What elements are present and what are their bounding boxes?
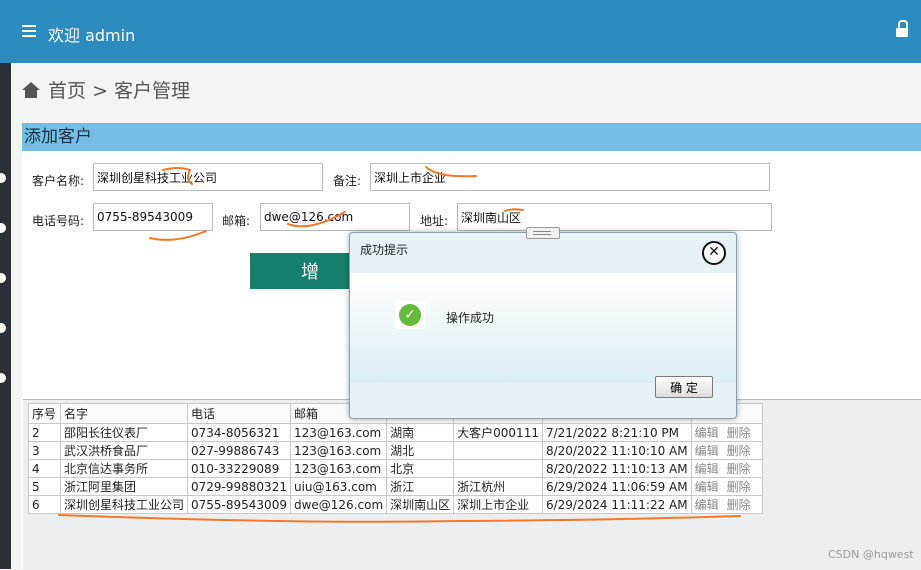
dialog-drag-handle[interactable] xyxy=(526,227,560,239)
success-dialog: 成功提示 ✕ ✓ 操作成功 确 定 xyxy=(349,227,737,419)
dialog-message: 操作成功 xyxy=(446,311,495,325)
watermark: CSDN @hqwest xyxy=(828,548,914,561)
annotation-stroke xyxy=(287,211,346,228)
annotation-stroke xyxy=(58,514,741,523)
annotation-stroke xyxy=(425,166,477,178)
dialog-body: ✓ 操作成功 xyxy=(350,273,736,383)
dialog-title: 成功提示 xyxy=(360,243,409,257)
annotation-stroke xyxy=(504,208,524,212)
ok-button[interactable]: 确 定 xyxy=(655,376,713,398)
annotation-stroke xyxy=(162,167,193,185)
annotation-stroke xyxy=(149,230,207,241)
close-icon[interactable]: ✕ xyxy=(702,241,726,265)
check-icon: ✓ xyxy=(395,301,425,329)
